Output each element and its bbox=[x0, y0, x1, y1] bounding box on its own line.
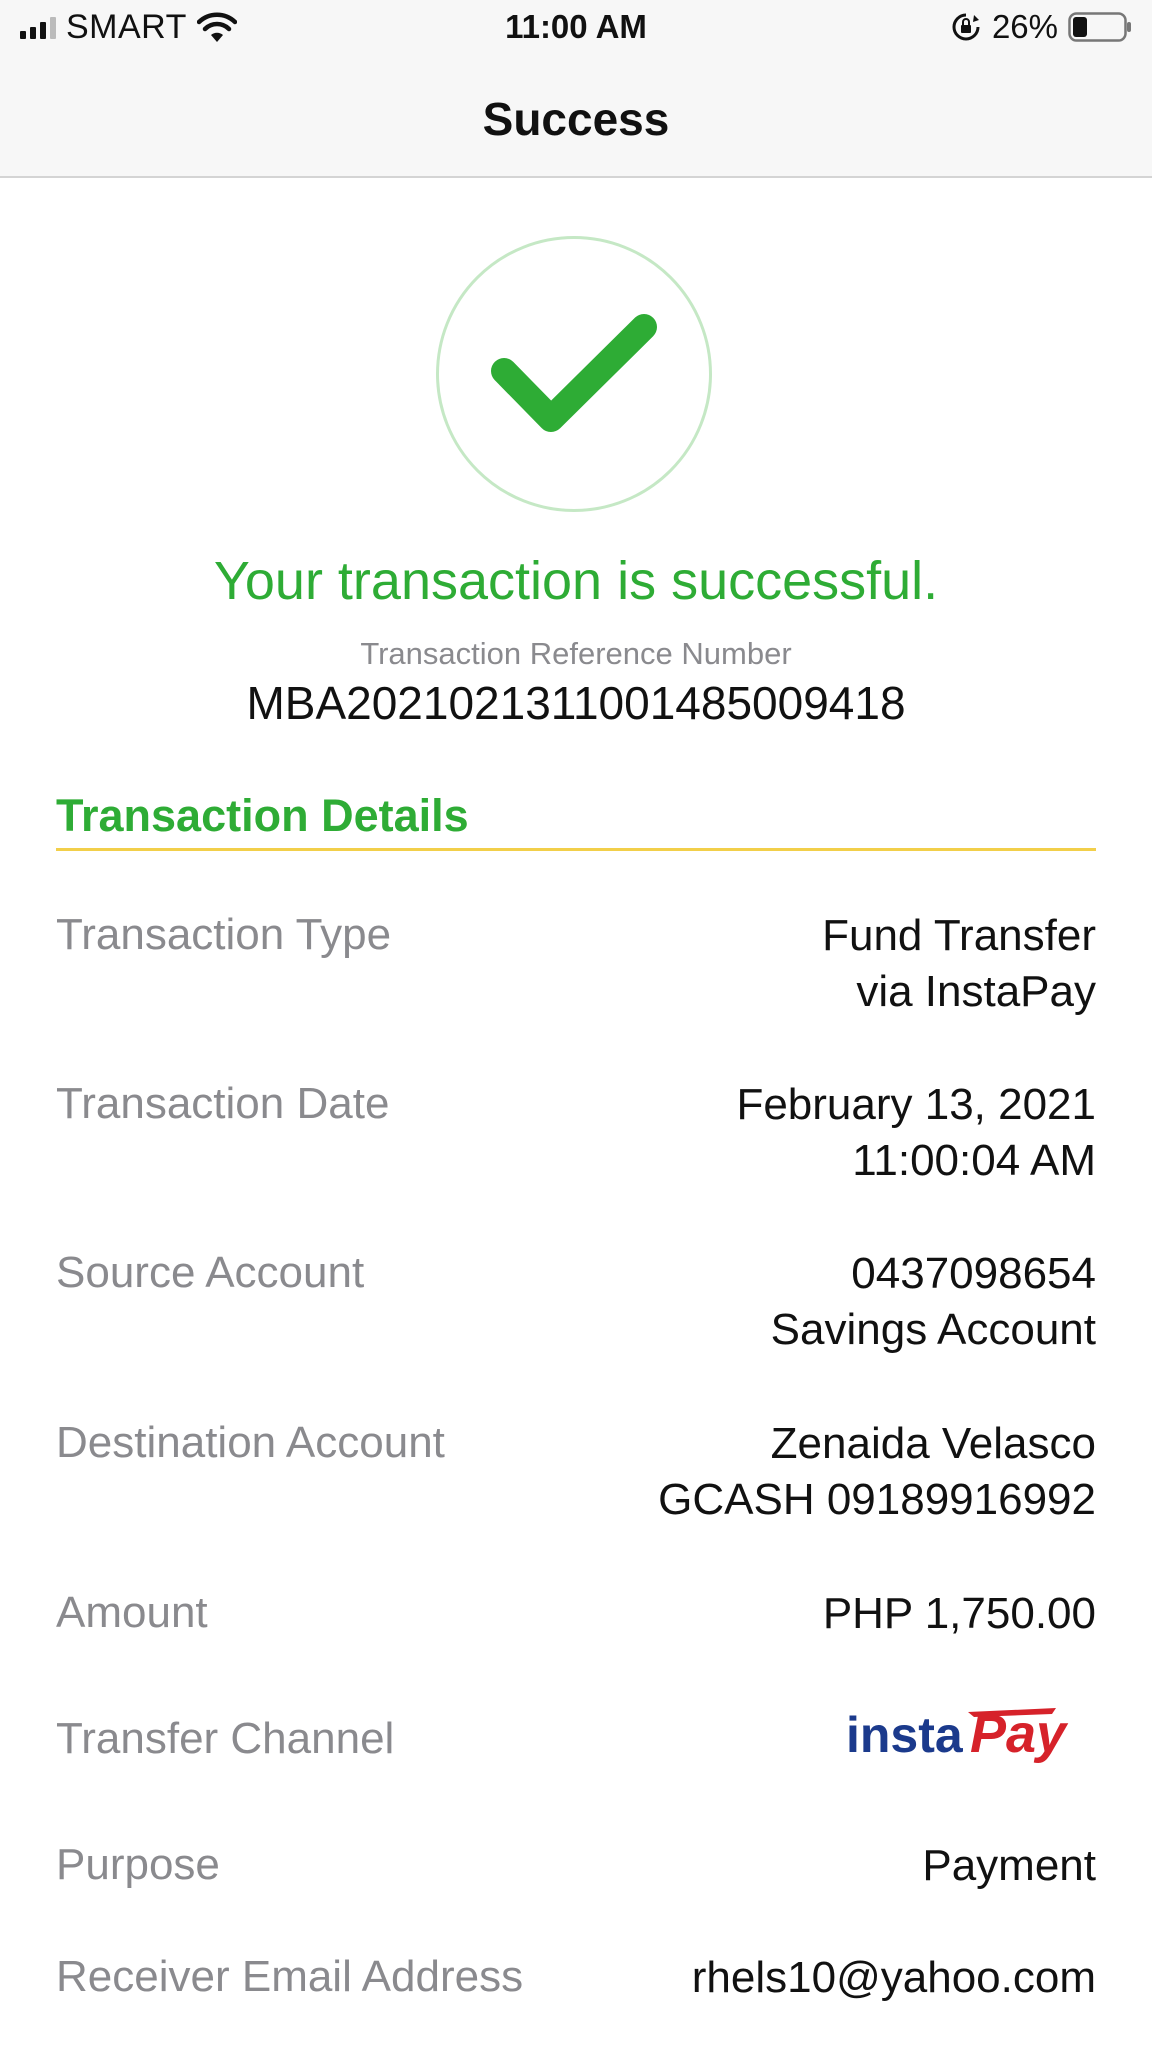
value-line: via InstaPay bbox=[856, 967, 1096, 1016]
value-line: Zenaida Velasco bbox=[770, 1419, 1096, 1468]
label-destination-account: Destination Account bbox=[56, 1418, 445, 1467]
value-transaction-date: February 13, 2021 11:00:04 AM bbox=[736, 1077, 1096, 1189]
value-line: 0437098654 bbox=[851, 1249, 1096, 1298]
value-line: 11:00:04 AM bbox=[852, 1136, 1096, 1185]
label-transaction-type: Transaction Type bbox=[56, 910, 392, 959]
value-line: Fund Transfer bbox=[822, 911, 1096, 960]
value-destination-account: Zenaida Velasco GCASH 09189916992 bbox=[658, 1416, 1096, 1528]
value-amount: PHP 1,750.00 bbox=[822, 1589, 1096, 1638]
success-message: Your transaction is successful. bbox=[213, 551, 939, 611]
reference-number: MBA20210213110014850094​18 bbox=[246, 677, 906, 729]
status-right: 26% bbox=[950, 8, 1132, 46]
value-line: Savings Account bbox=[770, 1305, 1096, 1354]
nav-bar: Success bbox=[0, 58, 1152, 178]
label-receiver-email: Receiver Email Address bbox=[56, 1952, 524, 2001]
value-purpose: Payment bbox=[922, 1841, 1096, 1890]
value-line: February 13, 2021 bbox=[736, 1080, 1096, 1129]
rotation-lock-icon bbox=[952, 13, 980, 41]
reference-label: Transaction Reference Number bbox=[360, 636, 792, 671]
value-receiver-email: rhels10@yahoo.com bbox=[691, 1953, 1096, 2002]
section-divider bbox=[56, 848, 1096, 851]
label-purpose: Purpose bbox=[56, 1840, 220, 1889]
battery-icon bbox=[1068, 12, 1131, 42]
label-transaction-date: Transaction Date bbox=[56, 1079, 390, 1128]
status-bar: SMART 11:00 AM 26% bbox=[0, 0, 1152, 58]
svg-text:insta: insta bbox=[846, 1707, 964, 1763]
page-title: Success bbox=[482, 93, 670, 145]
battery-percent: 26% bbox=[991, 8, 1058, 45]
success-check-icon bbox=[436, 236, 712, 512]
label-transfer-channel: Transfer Channel bbox=[56, 1714, 395, 1763]
label-source-account: Source Account bbox=[56, 1248, 365, 1297]
section-title: Transaction Details bbox=[56, 790, 469, 841]
value-line: GCASH 09189916992 bbox=[658, 1475, 1096, 1524]
value-source-account: 0437098654 Savings Account bbox=[771, 1246, 1096, 1358]
instapay-logo: insta Pay bbox=[846, 1704, 1069, 1764]
label-amount: Amount bbox=[56, 1588, 208, 1637]
value-transaction-type: Fund Transfer via InstaPay bbox=[822, 908, 1096, 1020]
